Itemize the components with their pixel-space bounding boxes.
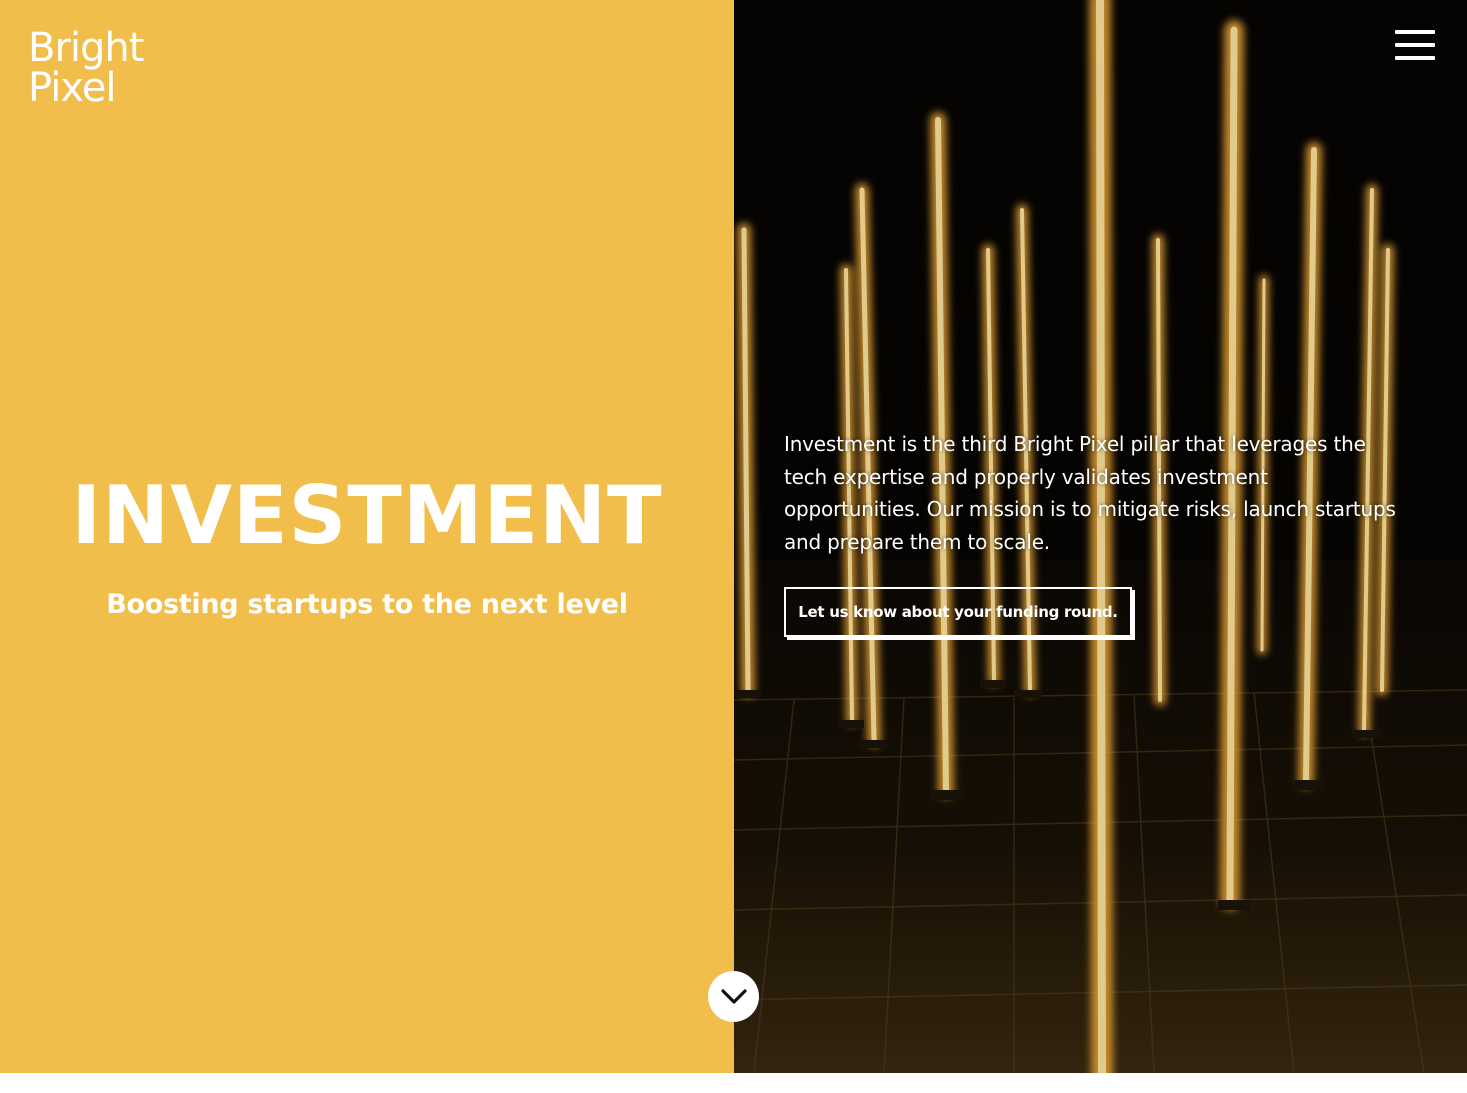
page-subtitle: Boosting startups to the next level (106, 589, 628, 620)
page: Bright Pixel INVESTMENT Boosting startup… (0, 0, 1467, 1093)
menu-bar-bottom (1395, 56, 1435, 60)
hero-description: Investment is the third Bright Pixel pil… (784, 432, 1396, 554)
menu-bar-middle (1395, 43, 1435, 47)
hero-section: Bright Pixel INVESTMENT Boosting startup… (0, 0, 1467, 1073)
hamburger-menu-icon[interactable] (1395, 30, 1437, 62)
chevron-down-icon (720, 988, 747, 1004)
menu-bar-top (1395, 30, 1435, 34)
page-title: INVESTMENT (71, 469, 663, 562)
brand-logo-line2: Pixel (28, 65, 117, 111)
brand-logo-line1: Bright (28, 25, 144, 71)
funding-round-button[interactable]: Let us know about your funding round. (784, 587, 1132, 637)
scroll-down-button[interactable] (708, 971, 759, 1022)
brand-logo[interactable]: Bright Pixel (28, 25, 144, 111)
